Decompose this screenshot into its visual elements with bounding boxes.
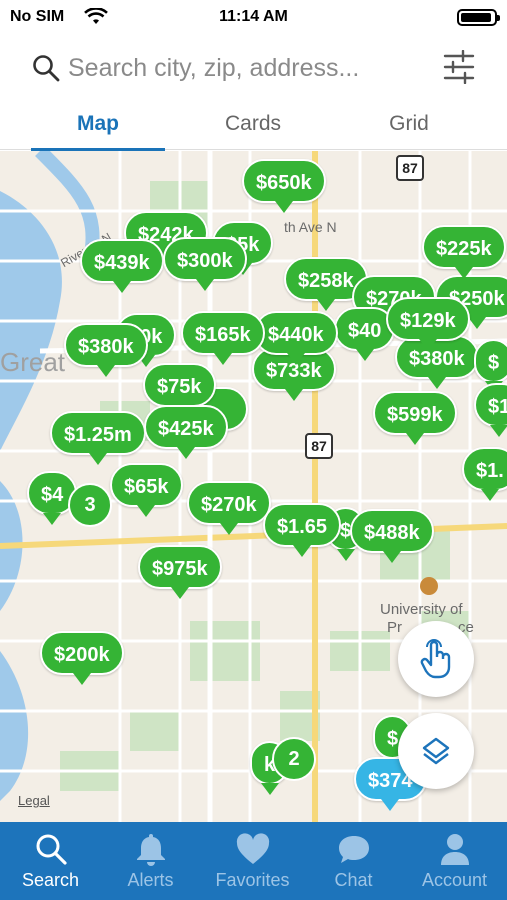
status-bar: No SIM 11:14 AM (0, 0, 507, 34)
clock: 11:14 AM (219, 8, 288, 25)
draw-search-button[interactable] (398, 621, 474, 697)
price-pin[interactable]: $1. (462, 447, 507, 501)
price-pin[interactable]: $1.65 (263, 503, 342, 557)
bottom-nav: Search Alerts Favorites Chat Account (0, 822, 507, 900)
tab-map[interactable]: Map (31, 102, 165, 151)
price-pin[interactable]: $599k (373, 391, 457, 445)
price-pin[interactable]: $165k (181, 311, 265, 365)
poi-label: University of (380, 601, 463, 618)
nav-account[interactable]: Account (404, 822, 505, 900)
cluster-marker[interactable]: 2 (272, 737, 316, 781)
price-pin[interactable]: $300k (163, 237, 247, 291)
search-input[interactable] (68, 48, 428, 88)
price-pin[interactable]: $440k (254, 311, 338, 365)
price-pin[interactable]: $1.25m (50, 411, 146, 465)
tab-cards[interactable]: Cards (186, 102, 320, 150)
search-bar (0, 40, 507, 96)
price-pin[interactable]: $75k (143, 363, 216, 417)
search-icon (33, 55, 60, 82)
heart-icon (236, 833, 269, 864)
route-shield: 87 (305, 433, 333, 459)
nav-chat[interactable]: Chat (303, 822, 404, 900)
price-pin[interactable]: $ (474, 339, 507, 393)
university-icon (420, 577, 438, 595)
nav-label: Favorites (215, 870, 290, 890)
nav-label: Chat (334, 870, 373, 890)
nav-label: Account (421, 870, 488, 890)
chat-icon (338, 836, 369, 863)
search-icon (36, 834, 67, 865)
price-pin[interactable]: $225k (422, 225, 506, 279)
price-pin[interactable]: $200k (40, 631, 124, 685)
person-icon (440, 834, 469, 865)
nav-label: Search (21, 870, 80, 890)
filter-icon[interactable] (443, 50, 475, 84)
map-layers-button[interactable] (398, 713, 474, 789)
poi-label: Pr (387, 619, 402, 636)
price-pin[interactable]: $65k (110, 463, 183, 517)
bell-icon (136, 834, 165, 866)
tab-grid[interactable]: Grid (342, 102, 476, 150)
hand-pointer-icon (420, 639, 451, 679)
street-label: th Ave N (284, 219, 337, 235)
price-pin[interactable]: $380k (64, 323, 148, 377)
map-view[interactable]: th Ave N River Dr N Great University of … (0, 151, 507, 822)
price-pin[interactable]: $975k (138, 545, 222, 599)
nav-search[interactable]: Search (0, 822, 101, 900)
cluster-marker[interactable]: 3 (68, 483, 112, 527)
price-pin[interactable]: $488k (350, 509, 434, 563)
battery-icon (457, 9, 500, 26)
layers-icon (422, 737, 450, 765)
nav-label: Alerts (127, 870, 174, 890)
legal-link[interactable]: Legal (18, 793, 50, 808)
view-tabs: Map Cards Grid (0, 102, 507, 151)
city-label: Great (0, 347, 66, 377)
price-pin[interactable]: $425k (144, 405, 228, 459)
route-shield: 87 (396, 155, 424, 181)
nav-alerts[interactable]: Alerts (100, 822, 201, 900)
price-pin[interactable]: $270k (187, 481, 271, 535)
nav-favorites[interactable]: Favorites (202, 822, 303, 900)
price-pin[interactable]: $439k (80, 239, 164, 293)
price-pin[interactable]: $129k (386, 297, 470, 351)
price-pin[interactable]: $650k (242, 159, 326, 213)
